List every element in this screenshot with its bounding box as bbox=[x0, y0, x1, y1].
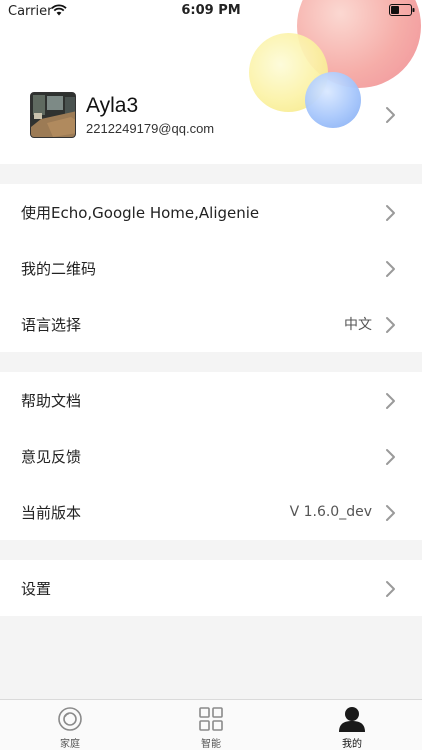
home-ring-icon bbox=[57, 706, 83, 732]
decorative-blue-bubble bbox=[305, 72, 361, 128]
chevron-right-icon bbox=[385, 316, 397, 338]
user-email: 2212249179@qq.com bbox=[86, 121, 215, 136]
version-value: V 1.6.0_dev bbox=[289, 504, 372, 520]
menu-item-label: 设置 bbox=[21, 579, 52, 598]
avatar[interactable] bbox=[30, 92, 76, 138]
chevron-right-icon bbox=[385, 204, 397, 226]
menu-item-help-docs[interactable]: 帮助文档 bbox=[0, 372, 422, 428]
status-bar: Carrier 6:09 PM bbox=[0, 0, 422, 22]
chevron-right-icon bbox=[385, 448, 397, 470]
menu-item-label: 我的二维码 bbox=[21, 259, 97, 278]
tab-bar: 家庭 智能 我的 bbox=[0, 699, 422, 750]
tab-label: 我的 bbox=[342, 739, 362, 750]
status-time: 6:09 PM bbox=[181, 3, 241, 18]
menu-group-settings: 设置 bbox=[0, 560, 422, 616]
menu-item-label: 当前版本 bbox=[21, 503, 82, 522]
menu-item-label: 使用Echo,Google Home,Aligenie bbox=[21, 203, 260, 222]
chevron-right-icon bbox=[385, 580, 397, 602]
menu-item-version[interactable]: 当前版本 V 1.6.0_dev bbox=[0, 484, 422, 540]
menu-item-label: 语言选择 bbox=[21, 315, 82, 334]
tab-home[interactable]: 家庭 bbox=[30, 700, 110, 750]
tab-label: 家庭 bbox=[60, 739, 80, 750]
menu-group-integrations: 使用Echo,Google Home,Aligenie 我的二维码 语言选择 中… bbox=[0, 184, 422, 352]
chevron-right-icon bbox=[385, 504, 397, 526]
chevron-right-icon[interactable] bbox=[385, 106, 397, 128]
menu-group-support: 帮助文档 意见反馈 当前版本 V 1.6.0_dev bbox=[0, 372, 422, 540]
language-value: 中文 bbox=[344, 317, 372, 333]
user-name: Ayla3 bbox=[86, 94, 139, 117]
chevron-right-icon bbox=[385, 392, 397, 414]
person-icon bbox=[338, 706, 366, 732]
battery-icon bbox=[389, 4, 415, 20]
menu-item-language[interactable]: 语言选择 中文 bbox=[0, 296, 422, 352]
menu-item-settings[interactable]: 设置 bbox=[0, 560, 422, 616]
menu-item-feedback[interactable]: 意见反馈 bbox=[0, 428, 422, 484]
menu-item-label: 帮助文档 bbox=[21, 391, 82, 410]
menu-item-label: 意见反馈 bbox=[21, 447, 82, 466]
menu-item-voice-assistants[interactable]: 使用Echo,Google Home,Aligenie bbox=[0, 184, 422, 240]
chevron-right-icon bbox=[385, 260, 397, 282]
grid-icon bbox=[198, 706, 224, 732]
menu-item-qr-code[interactable]: 我的二维码 bbox=[0, 240, 422, 296]
tab-mine[interactable]: 我的 bbox=[312, 700, 392, 750]
tab-label: 智能 bbox=[201, 739, 221, 750]
profile-header: Carrier 6:09 PM Ayla3 2212249179@qq.com bbox=[0, 0, 422, 164]
tab-smart[interactable]: 智能 bbox=[171, 700, 251, 750]
